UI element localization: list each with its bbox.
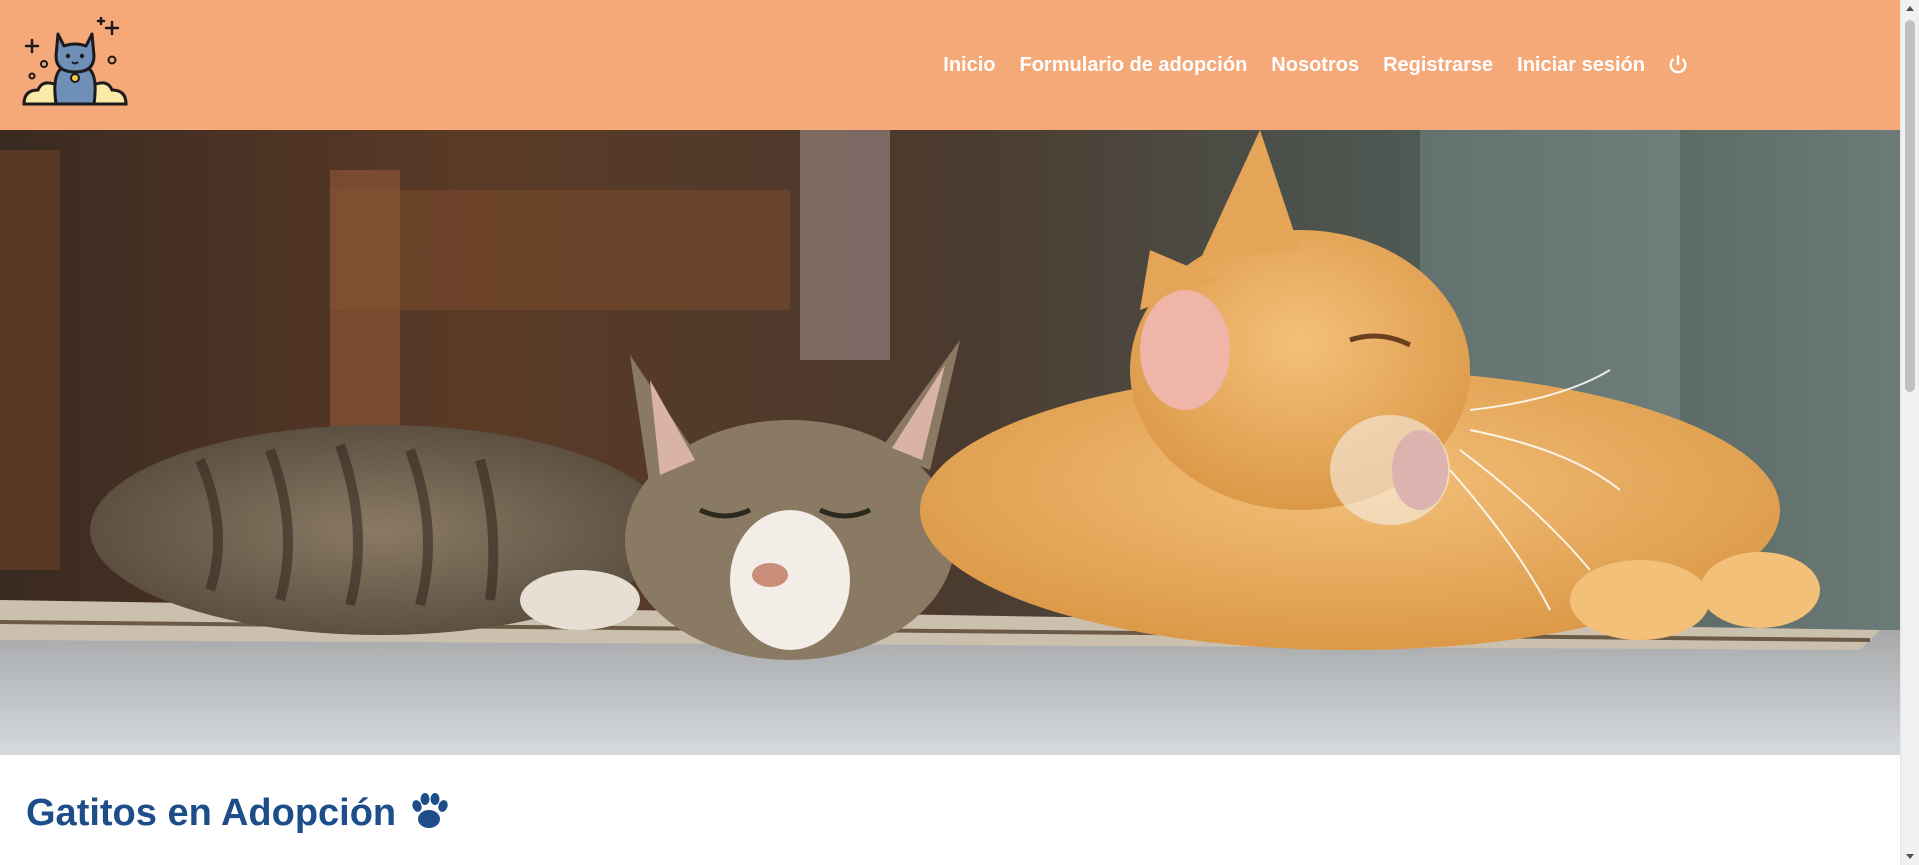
hero-image xyxy=(0,130,1901,755)
nav-link-formulario-adopcion[interactable]: Formulario de adopción xyxy=(1008,54,1260,77)
paw-icon xyxy=(408,792,450,835)
page: Inicio Formulario de adopción Nosotros R… xyxy=(0,0,1919,865)
site-header: Inicio Formulario de adopción Nosotros R… xyxy=(0,0,1901,130)
scroll-down-arrow-icon[interactable] xyxy=(1901,849,1919,865)
nav-link-nosotros[interactable]: Nosotros xyxy=(1259,54,1371,77)
scroll-up-arrow-icon[interactable] xyxy=(1901,0,1919,16)
nav-link-registrarse[interactable]: Registrarse xyxy=(1371,54,1505,77)
page-title: Gatitos en Adopción xyxy=(26,792,397,834)
cat-logo-icon[interactable] xyxy=(22,16,128,110)
nav-link-iniciar-sesion[interactable]: Iniciar sesión xyxy=(1505,54,1657,77)
scrollbar-thumb[interactable] xyxy=(1905,20,1915,392)
vertical-scrollbar[interactable] xyxy=(1900,0,1919,865)
power-icon[interactable] xyxy=(1665,52,1691,78)
main-nav: Inicio Formulario de adopción Nosotros R… xyxy=(931,0,1691,130)
title-row: Gatitos en Adopción xyxy=(26,792,450,835)
nav-link-inicio[interactable]: Inicio xyxy=(931,54,1007,77)
